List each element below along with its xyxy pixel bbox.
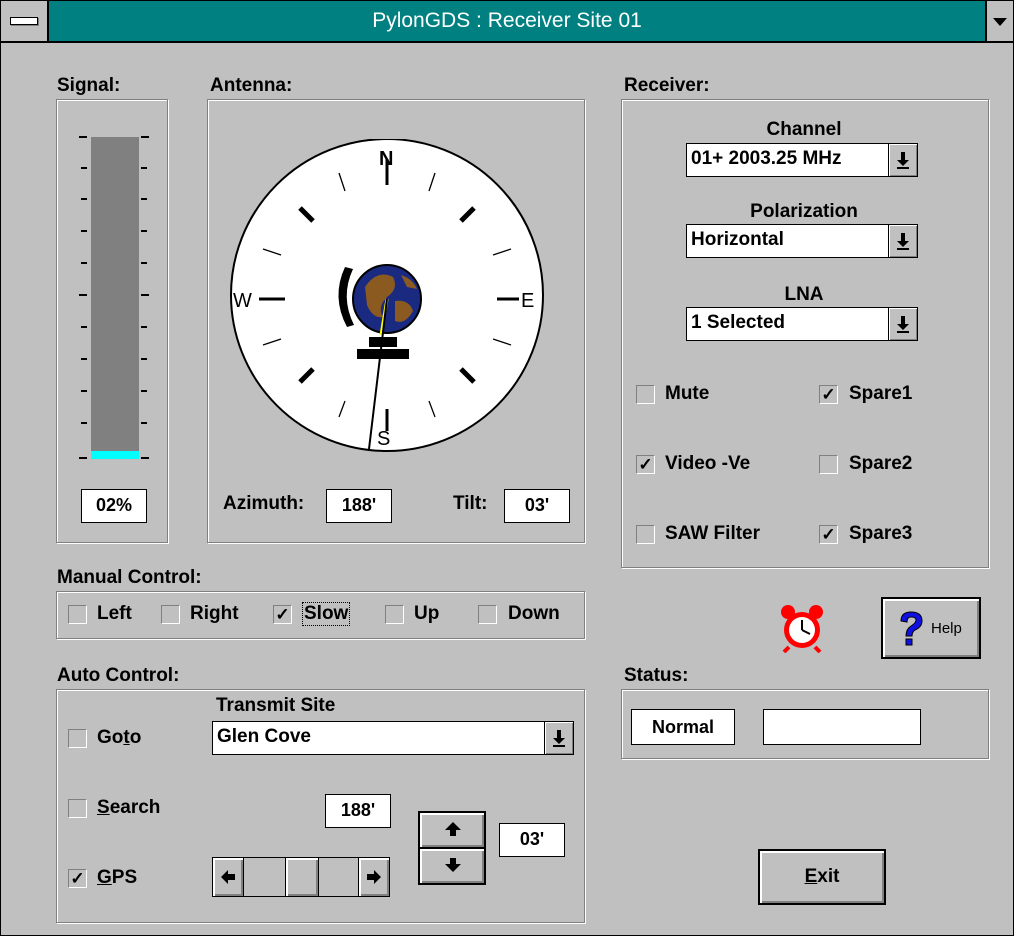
lna-dropdown-button[interactable]	[888, 308, 917, 340]
gps-label: GPS	[97, 867, 138, 888]
dropdown-arrow-icon	[553, 730, 565, 747]
signal-value: 02%	[81, 489, 147, 523]
tilt-down-button[interactable]	[419, 848, 485, 884]
channel-select[interactable]: 01+ 2003.25 MHz	[686, 143, 918, 177]
video-ve-checkbox[interactable]: ✓	[636, 455, 655, 474]
help-button[interactable]: Help	[881, 597, 981, 659]
transmit-site-label: Transmit Site	[216, 695, 336, 716]
video-ve-label: Video -Ve	[665, 453, 751, 474]
status-label: Status:	[624, 665, 689, 686]
lna-select[interactable]: 1 Selected	[686, 307, 918, 341]
channel-value: 01+ 2003.25 MHz	[691, 148, 842, 169]
search-label: Search	[97, 797, 161, 818]
compass-e-label: E	[521, 290, 534, 312]
right-checkbox[interactable]	[161, 605, 180, 624]
receiver-label: Receiver:	[624, 75, 710, 96]
transmit-site-select[interactable]: Glen Cove	[212, 721, 574, 755]
lna-label: LNA	[784, 284, 824, 305]
scroll-left-button[interactable]	[212, 857, 244, 897]
scroll-thumb[interactable]	[285, 857, 319, 897]
channel-label: Channel	[766, 119, 842, 140]
slow-label: Slow	[301, 602, 351, 626]
manual-control-label: Manual Control:	[57, 567, 202, 588]
transmit-site-value: Glen Cove	[217, 726, 311, 747]
right-arrow-icon	[367, 870, 381, 884]
exit-label: xit	[817, 866, 840, 887]
transmit-site-dropdown-button[interactable]	[544, 722, 573, 754]
right-label: Right	[190, 603, 239, 624]
left-checkbox[interactable]	[68, 605, 87, 624]
main-window: PylonGDS : Receiver Site 01 Signal: 02% …	[0, 0, 1014, 936]
auto-tilt-value: 03'	[499, 823, 565, 857]
mute-label: Mute	[665, 383, 710, 404]
spare2-checkbox[interactable]	[819, 455, 838, 474]
minimize-button[interactable]	[985, 1, 1013, 41]
antenna-label: Antenna:	[210, 75, 293, 96]
tilt-spinner[interactable]	[418, 811, 486, 885]
compass-w-label: W	[233, 290, 252, 312]
left-arrow-icon	[221, 870, 235, 884]
up-checkbox[interactable]	[385, 605, 404, 624]
exit-label-key: E	[804, 866, 818, 887]
polarization-label: Polarization	[750, 201, 858, 222]
slow-checkbox[interactable]: ✓	[273, 605, 292, 624]
scroll-right-button[interactable]	[358, 857, 390, 897]
search-checkbox[interactable]	[68, 799, 87, 818]
tilt-up-button[interactable]	[419, 812, 485, 848]
left-label: Left	[97, 603, 132, 624]
lna-value: 1 Selected	[691, 312, 785, 333]
auto-control-label: Auto Control:	[57, 665, 180, 686]
saw-filter-label: SAW Filter	[665, 523, 761, 544]
spare2-label: Spare2	[849, 453, 913, 474]
question-mark-icon	[900, 611, 923, 646]
up-arrow-icon	[445, 822, 461, 836]
signal-label: Signal:	[57, 75, 121, 96]
spare1-label: Spare1	[849, 383, 913, 404]
down-label: Down	[508, 603, 560, 624]
alarm-clock-icon[interactable]	[779, 603, 825, 653]
polarization-dropdown-button[interactable]	[888, 225, 917, 257]
channel-dropdown-button[interactable]	[888, 144, 917, 176]
polarization-value: Horizontal	[691, 229, 784, 250]
dropdown-arrow-icon	[897, 316, 909, 333]
minimize-icon	[993, 18, 1007, 26]
title-bar[interactable]: PylonGDS : Receiver Site 01	[1, 1, 1013, 43]
azimuth-label: Azimuth:	[223, 493, 305, 514]
down-arrow-icon	[445, 858, 461, 872]
spare3-checkbox[interactable]: ✓	[819, 525, 838, 544]
compass-n-label: N	[379, 148, 393, 170]
saw-filter-checkbox[interactable]	[636, 525, 655, 544]
dropdown-arrow-icon	[897, 152, 909, 169]
azimuth-value: 188'	[326, 489, 392, 523]
spare3-label: Spare3	[849, 523, 913, 544]
azimuth-scrollbar[interactable]	[212, 857, 390, 897]
goto-checkbox[interactable]	[68, 729, 87, 748]
spare1-checkbox[interactable]: ✓	[819, 385, 838, 404]
status-value: Normal	[631, 709, 735, 745]
auto-azimuth-value: 188'	[325, 794, 391, 828]
compass-s-label: S	[377, 428, 390, 450]
down-checkbox[interactable]	[478, 605, 497, 624]
status-detail	[763, 709, 921, 745]
mute-checkbox[interactable]	[636, 385, 655, 404]
window-title: PylonGDS : Receiver Site 01	[372, 9, 642, 32]
dropdown-arrow-icon	[897, 233, 909, 250]
exit-button[interactable]: Exit	[758, 849, 886, 905]
compass-dial: N S W E	[230, 139, 544, 452]
goto-label: Goto	[97, 727, 142, 748]
help-label: Help	[931, 620, 962, 637]
gps-checkbox[interactable]: ✓	[68, 869, 87, 888]
tilt-value: 03'	[504, 489, 570, 523]
polarization-select[interactable]: Horizontal	[686, 224, 918, 258]
signal-ticks	[79, 136, 149, 459]
tilt-label: Tilt:	[453, 493, 488, 514]
up-label: Up	[414, 603, 440, 624]
